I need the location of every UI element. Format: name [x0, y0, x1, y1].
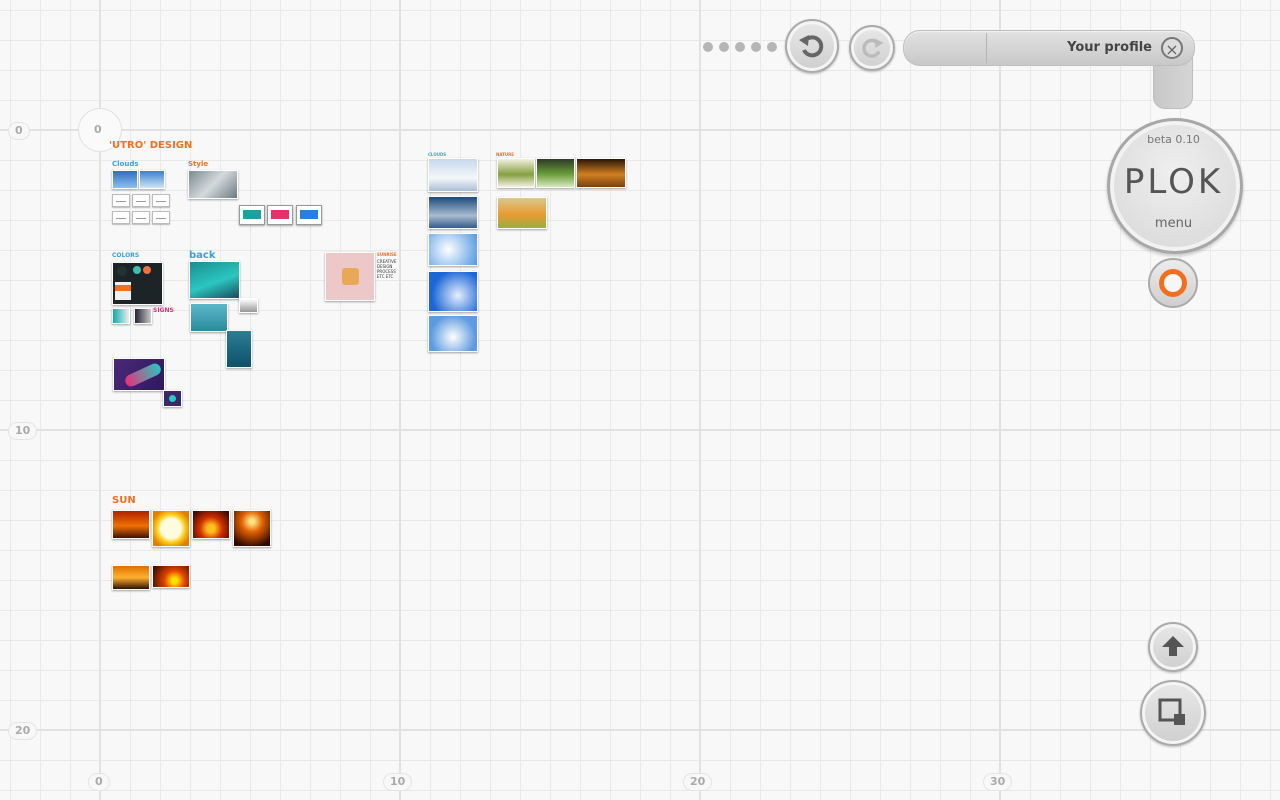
thumb-sun-1[interactable] [112, 510, 150, 539]
label-back: back [189, 250, 216, 261]
label-style: Style [188, 160, 209, 168]
thumb-cloud-1[interactable] [112, 170, 138, 189]
card-mini-5[interactable] [132, 211, 150, 224]
pager-dot-5[interactable] [767, 42, 777, 52]
grid-major-x20 [699, 0, 701, 800]
label-clouds: Clouds [112, 160, 139, 168]
menu-label[interactable]: menu [1107, 216, 1240, 231]
thumb-cloudsea-4[interactable] [428, 271, 478, 312]
x-axis-label-0: 0 [88, 773, 110, 791]
label-nature: NATURE [496, 152, 514, 157]
redo-icon [862, 38, 884, 58]
grid-major-x10 [399, 0, 401, 800]
card-mini-1[interactable] [112, 194, 130, 207]
grid-major-x30 [999, 0, 1001, 800]
thumb-nature-2[interactable] [536, 158, 575, 188]
thumb-style-sketch[interactable] [188, 170, 238, 199]
y-axis-label-0: 0 [8, 122, 30, 140]
thumb-cloudsea-1[interactable] [428, 158, 478, 192]
card-mini-6[interactable] [152, 211, 170, 224]
thumb-nature-autumn-tree[interactable] [497, 197, 547, 229]
grid-major-y10 [0, 429, 1280, 431]
origin-label: 0 [94, 123, 102, 136]
thumb-sign-1[interactable] [112, 308, 130, 324]
redo-button[interactable] [849, 25, 895, 71]
label-sunrise-note: SUNRISE [377, 252, 397, 257]
y-axis-label-10: 10 [8, 422, 38, 440]
plok-logo[interactable]: PLOK [1107, 162, 1240, 202]
x-axis-label-10: 10 [383, 773, 413, 791]
thumb-comet[interactable] [113, 358, 165, 391]
thumb-sunrise-cube[interactable] [325, 252, 375, 301]
thumb-cloudsea-3[interactable] [428, 233, 478, 266]
x-axis-label-20: 20 [683, 773, 713, 791]
x-axis-label-30: 30 [983, 773, 1013, 791]
thumb-sun-4[interactable] [233, 510, 271, 547]
thumb-sun-5[interactable] [112, 565, 150, 590]
thumb-nature-1[interactable] [497, 158, 535, 188]
resize-button[interactable] [1140, 680, 1206, 746]
version-label: beta 0.10 [1147, 133, 1200, 146]
thumb-sun-6[interactable] [152, 565, 190, 588]
close-icon[interactable]: × [1161, 37, 1183, 59]
thumb-sign-2[interactable] [134, 308, 152, 324]
thumb-cloud-2[interactable] [139, 170, 165, 189]
thumb-style-teal[interactable] [239, 205, 265, 225]
y-axis-label-20: 20 [8, 722, 38, 740]
pager-dot-1[interactable] [703, 42, 713, 52]
thumb-sun-2[interactable] [152, 510, 190, 547]
note-body-text: CREATIVE DESIGN PROCESS ETC ETC [377, 259, 397, 279]
thumb-back-scene[interactable] [189, 261, 240, 299]
undo-icon [799, 35, 824, 58]
card-mini-2[interactable] [132, 194, 150, 207]
label-signs: SIGNS [153, 307, 174, 314]
record-button[interactable] [1148, 258, 1198, 308]
thumb-cloudsea-5[interactable] [428, 315, 478, 352]
thumb-style-pink[interactable] [267, 205, 293, 225]
record-icon [1159, 269, 1187, 297]
thumb-nature-3[interactable] [576, 158, 626, 188]
pager-dot-3[interactable] [735, 42, 745, 52]
thumb-back-deep[interactable] [226, 330, 252, 368]
thumb-back-sea[interactable] [190, 303, 228, 332]
group-title-sun[interactable]: SUN [112, 495, 136, 506]
card-mini-3[interactable] [152, 194, 170, 207]
thumb-style-blue[interactable] [296, 205, 322, 225]
resize-window-icon [1158, 698, 1185, 725]
thumb-colors-palette[interactable] [112, 262, 163, 305]
upload-button[interactable] [1148, 622, 1198, 672]
upload-arrow-icon [1162, 636, 1184, 656]
thumb-cloudsea-2[interactable] [428, 196, 478, 229]
pager-dot-2[interactable] [719, 42, 729, 52]
group-title-utro[interactable]: 'UTRO' DESIGN [109, 140, 192, 151]
profile-label[interactable]: Your profile [1040, 40, 1152, 55]
grid-major-y20 [0, 729, 1280, 731]
thumb-planet[interactable] [163, 390, 182, 407]
thumb-sun-3[interactable] [192, 510, 230, 539]
grid-major-y0 [0, 129, 1280, 131]
label-clouds-column: CLOUDS [428, 152, 447, 157]
label-colors: COLORS [112, 252, 140, 259]
undo-button[interactable] [785, 19, 839, 73]
thumb-back-small[interactable] [239, 298, 258, 313]
card-mini-4[interactable] [112, 211, 130, 224]
pager-dot-4[interactable] [751, 42, 761, 52]
